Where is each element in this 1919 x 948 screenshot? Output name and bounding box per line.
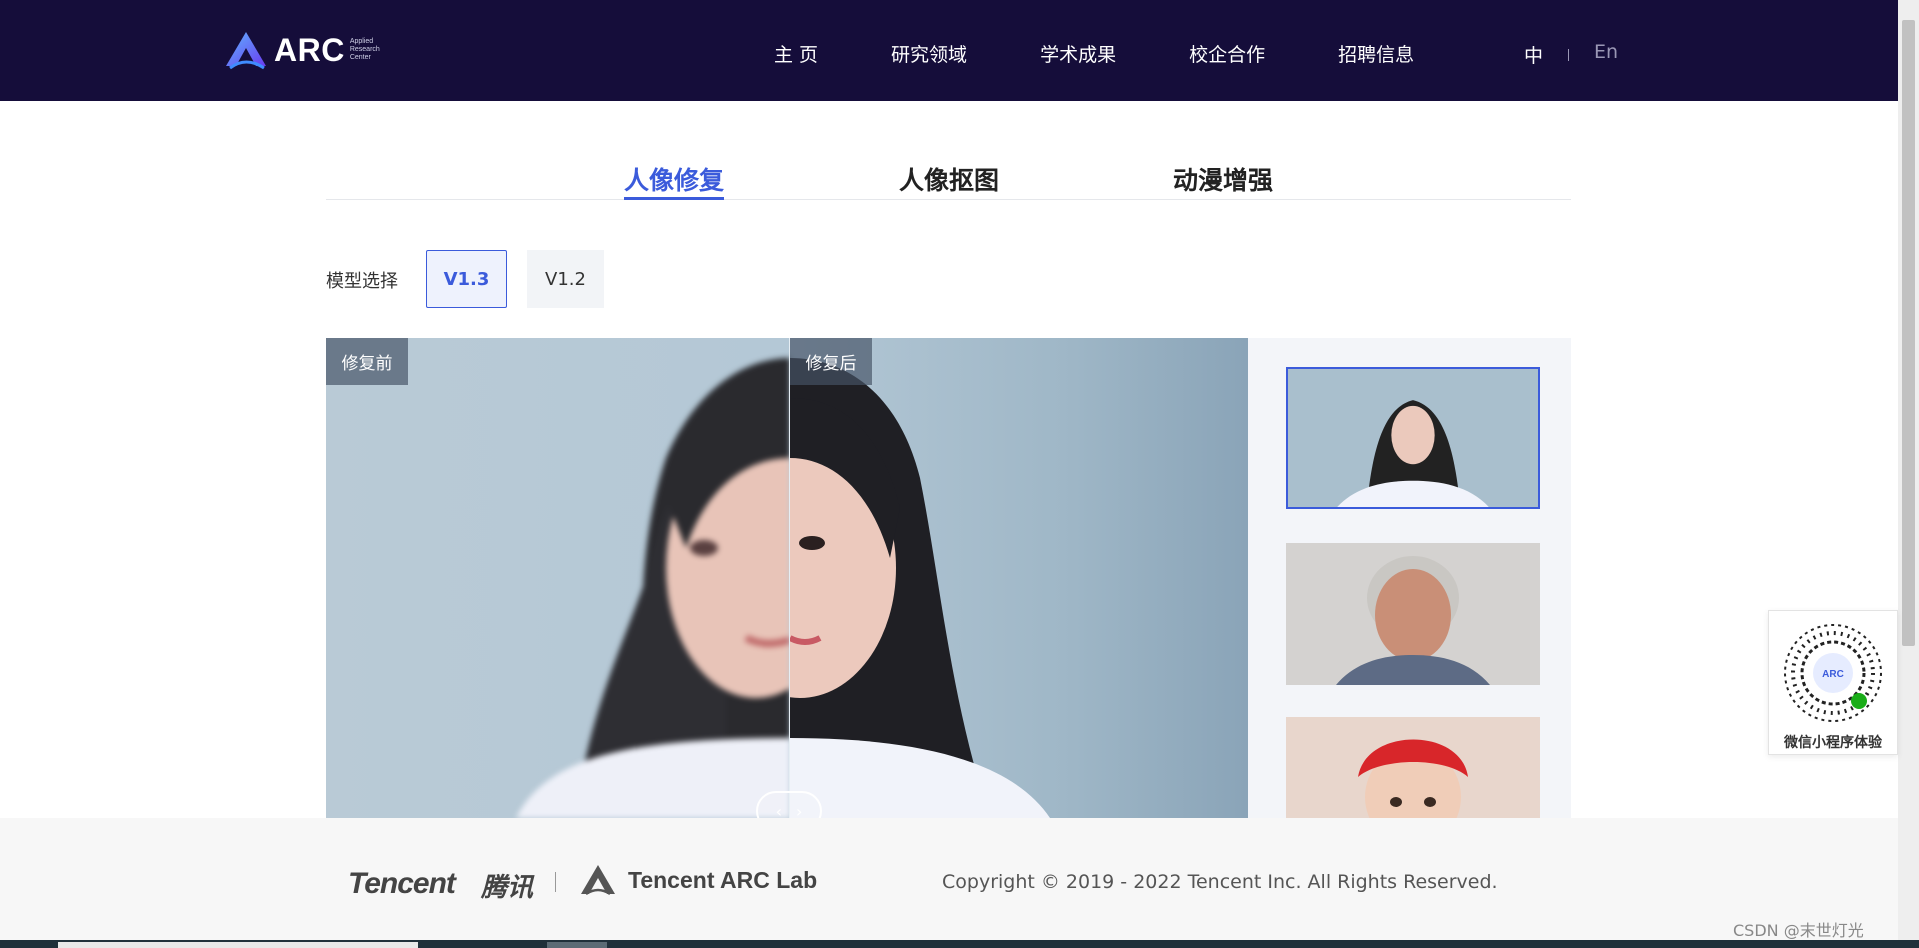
thumbnail-elderly-man[interactable] [1286, 543, 1540, 685]
nav-careers[interactable]: 招聘信息 [1338, 40, 1414, 67]
before-label: 修复前 [326, 338, 408, 385]
version-v13-button[interactable]: V1.3 [426, 250, 507, 308]
compare-divider-line[interactable] [789, 338, 790, 818]
arc-lab-logo: Tencent ARC Lab [580, 864, 817, 896]
woman-thumbnail-image [1288, 369, 1538, 507]
arc-lab-text: Tencent ARC Lab [628, 866, 818, 893]
lang-zh[interactable]: 中 [1524, 41, 1543, 68]
sample-thumbnails-panel [1248, 338, 1571, 818]
taskbar-active-window[interactable] [58, 942, 418, 948]
active-tab-indicator [624, 197, 724, 200]
lang-en[interactable]: En [1594, 41, 1618, 63]
nav-research[interactable]: 研究领域 [891, 40, 967, 67]
lang-separator [1568, 49, 1569, 61]
footer-separator [555, 872, 556, 892]
nav-publications[interactable]: 学术成果 [1040, 40, 1116, 67]
csdn-watermark: CSDN @末世灯光 [1733, 921, 1864, 940]
arc-lab-icon [581, 865, 615, 896]
tencent-cn-logo: 腾讯 [481, 873, 534, 903]
svg-text:ARC: ARC [1822, 669, 1844, 680]
after-label: 修复后 [790, 338, 872, 385]
thumbnail-baby[interactable] [1286, 717, 1540, 818]
tencent-logo: Tencent [348, 867, 456, 900]
scrollbar-thumb[interactable] [1902, 20, 1915, 646]
qr-code-icon: ARC [1784, 624, 1882, 722]
nav-menu: 主 页 研究领域 学术成果 校企合作 招聘信息 [774, 40, 1487, 67]
baby-thumbnail-image [1286, 717, 1540, 818]
model-select-label: 模型选择 [326, 271, 398, 292]
tab-anime-enhance[interactable]: 动漫增强 [1173, 161, 1273, 197]
taskbar-item[interactable] [547, 942, 607, 948]
logo-wordmark: ARC [274, 31, 345, 68]
logo-subtitle: Applied Research Center [349, 38, 380, 61]
copyright-text: Copyright © 2019 - 2022 Tencent Inc. All… [942, 871, 1498, 893]
qr-caption: 微信小程序体验 [1784, 735, 1882, 751]
arc-logo[interactable]: ARC Applied Research Center [224, 28, 380, 72]
elderly-man-thumbnail-image [1286, 543, 1540, 685]
tabs-divider [326, 199, 1571, 200]
version-v12-button[interactable]: V1.2 [527, 250, 604, 308]
after-image [790, 358, 1050, 818]
before-image [516, 358, 790, 818]
nav-cooperation[interactable]: 校企合作 [1189, 40, 1265, 67]
thumbnail-woman[interactable] [1286, 367, 1540, 509]
wechat-miniprogram-card[interactable]: ARC 微信小程序体验 [1768, 610, 1898, 755]
tab-portrait-matting[interactable]: 人像抠图 [899, 161, 999, 197]
top-navbar: ARC Applied Research Center 主 页 研究领域 学术成… [0, 0, 1898, 101]
before-after-viewer[interactable] [326, 338, 1248, 818]
arc-logo-icon [226, 32, 266, 70]
tab-portrait-restoration[interactable]: 人像修复 [624, 161, 724, 197]
nav-home[interactable]: 主 页 [774, 40, 818, 67]
